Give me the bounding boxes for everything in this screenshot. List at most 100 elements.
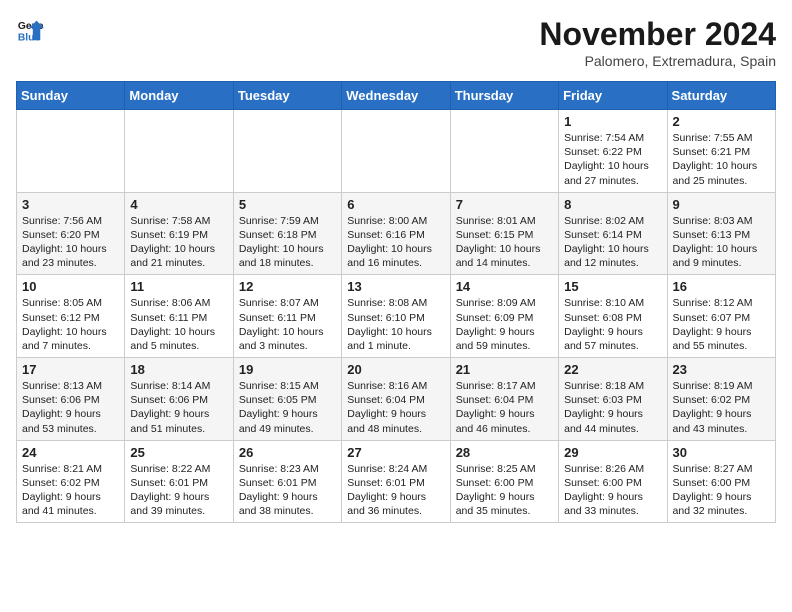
day-number: 17 xyxy=(22,362,119,377)
cell-content: Sunrise: 8:12 AM Sunset: 6:07 PM Dayligh… xyxy=(673,297,753,352)
calendar-cell xyxy=(233,110,341,193)
week-row-2: 3Sunrise: 7:56 AM Sunset: 6:20 PM Daylig… xyxy=(17,192,776,275)
cell-content: Sunrise: 8:09 AM Sunset: 6:09 PM Dayligh… xyxy=(456,297,536,352)
calendar-cell: 18 Sunrise: 8:14 AM Sunset: 6:06 PM Dayli… xyxy=(125,358,233,441)
cell-content: Sunrise: 8:08 AM Sunset: 6:10 PM Dayligh… xyxy=(347,297,432,352)
month-title: November 2024 xyxy=(539,16,776,53)
day-number: 24 xyxy=(22,445,119,460)
day-header-sunday: Sunday xyxy=(17,82,125,110)
day-number: 28 xyxy=(456,445,553,460)
cell-content: Sunrise: 8:01 AM Sunset: 6:15 PM Dayligh… xyxy=(456,215,541,270)
calendar-cell: 11 Sunrise: 8:06 AM Sunset: 6:11 PM Dayli… xyxy=(125,275,233,358)
cell-content: Sunrise: 8:19 AM Sunset: 6:02 PM Dayligh… xyxy=(673,380,753,435)
day-number: 1 xyxy=(564,114,661,129)
calendar-cell: 7Sunrise: 8:01 AM Sunset: 6:15 PM Daylig… xyxy=(450,192,558,275)
logo: General Blue xyxy=(16,16,44,44)
day-number: 8 xyxy=(564,197,661,212)
title-block: November 2024 Palomero, Extremadura, Spa… xyxy=(539,16,776,69)
cell-content: Sunrise: 7:59 AM Sunset: 6:18 PM Dayligh… xyxy=(239,215,324,270)
cell-content: Sunrise: 8:14 AM Sunset: 6:06 PM Dayligh… xyxy=(130,380,210,435)
cell-content: Sunrise: 7:55 AM Sunset: 6:21 PM Dayligh… xyxy=(673,132,758,187)
cell-content: Sunrise: 8:06 AM Sunset: 6:11 PM Dayligh… xyxy=(130,297,215,352)
day-number: 26 xyxy=(239,445,336,460)
cell-content: Sunrise: 8:23 AM Sunset: 6:01 PM Dayligh… xyxy=(239,463,319,518)
calendar-table: SundayMondayTuesdayWednesdayThursdayFrid… xyxy=(16,81,776,523)
day-number: 11 xyxy=(130,279,227,294)
calendar-cell: 25 Sunrise: 8:22 AM Sunset: 6:01 PM Dayli… xyxy=(125,440,233,523)
cell-content: Sunrise: 7:58 AM Sunset: 6:19 PM Dayligh… xyxy=(130,215,215,270)
day-number: 20 xyxy=(347,362,444,377)
cell-content: Sunrise: 8:10 AM Sunset: 6:08 PM Dayligh… xyxy=(564,297,644,352)
calendar-cell: 8 Sunrise: 8:02 AM Sunset: 6:14 PM Daylig… xyxy=(559,192,667,275)
cell-content: Sunrise: 8:27 AM Sunset: 6:00 PM Dayligh… xyxy=(673,463,753,518)
day-header-thursday: Thursday xyxy=(450,82,558,110)
day-number: 27 xyxy=(347,445,444,460)
location: Palomero, Extremadura, Spain xyxy=(539,53,776,69)
day-header-tuesday: Tuesday xyxy=(233,82,341,110)
day-number: 10 xyxy=(22,279,119,294)
week-row-1: 1 Sunrise: 7:54 AM Sunset: 6:22 PM Daylig… xyxy=(17,110,776,193)
calendar-cell xyxy=(450,110,558,193)
cell-content: Sunrise: 8:25 AM Sunset: 6:00 PM Dayligh… xyxy=(456,463,536,518)
cell-content: Sunrise: 8:17 AM Sunset: 6:04 PM Dayligh… xyxy=(456,380,536,435)
day-number: 25 xyxy=(130,445,227,460)
day-number: 18 xyxy=(130,362,227,377)
cell-content: Sunrise: 8:02 AM Sunset: 6:14 PM Dayligh… xyxy=(564,215,649,270)
cell-content: Sunrise: 7:54 AM Sunset: 6:22 PM Dayligh… xyxy=(564,132,649,187)
day-header-monday: Monday xyxy=(125,82,233,110)
day-header-friday: Friday xyxy=(559,82,667,110)
day-number: 13 xyxy=(347,279,444,294)
calendar-cell: 23Sunrise: 8:19 AM Sunset: 6:02 PM Dayli… xyxy=(667,358,775,441)
calendar-cell: 6 Sunrise: 8:00 AM Sunset: 6:16 PM Daylig… xyxy=(342,192,450,275)
cell-content: Sunrise: 8:00 AM Sunset: 6:16 PM Dayligh… xyxy=(347,215,432,270)
calendar-cell: 21 Sunrise: 8:17 AM Sunset: 6:04 PM Dayli… xyxy=(450,358,558,441)
week-row-4: 17 Sunrise: 8:13 AM Sunset: 6:06 PM Dayli… xyxy=(17,358,776,441)
calendar-cell: 10 Sunrise: 8:05 AM Sunset: 6:12 PM Dayli… xyxy=(17,275,125,358)
calendar-cell: 19 Sunrise: 8:15 AM Sunset: 6:05 PM Dayli… xyxy=(233,358,341,441)
cell-content: Sunrise: 8:22 AM Sunset: 6:01 PM Dayligh… xyxy=(130,463,210,518)
day-number: 29 xyxy=(564,445,661,460)
header-row: SundayMondayTuesdayWednesdayThursdayFrid… xyxy=(17,82,776,110)
day-number: 6 xyxy=(347,197,444,212)
week-row-3: 10 Sunrise: 8:05 AM Sunset: 6:12 PM Dayli… xyxy=(17,275,776,358)
calendar-cell: 14 Sunrise: 8:09 AM Sunset: 6:09 PM Dayli… xyxy=(450,275,558,358)
calendar-cell: 9 Sunrise: 8:03 AM Sunset: 6:13 PM Daylig… xyxy=(667,192,775,275)
day-number: 4 xyxy=(130,197,227,212)
cell-content: Sunrise: 8:15 AM Sunset: 6:05 PM Dayligh… xyxy=(239,380,319,435)
calendar-cell: 29Sunrise: 8:26 AM Sunset: 6:00 PM Dayli… xyxy=(559,440,667,523)
calendar-cell: 4 Sunrise: 7:58 AM Sunset: 6:19 PM Daylig… xyxy=(125,192,233,275)
calendar-cell xyxy=(125,110,233,193)
day-number: 12 xyxy=(239,279,336,294)
day-number: 9 xyxy=(673,197,770,212)
calendar-cell: 13 Sunrise: 8:08 AM Sunset: 6:10 PM Dayli… xyxy=(342,275,450,358)
day-header-saturday: Saturday xyxy=(667,82,775,110)
calendar-cell: 1 Sunrise: 7:54 AM Sunset: 6:22 PM Daylig… xyxy=(559,110,667,193)
day-number: 5 xyxy=(239,197,336,212)
calendar-cell: 24 Sunrise: 8:21 AM Sunset: 6:02 PM Dayli… xyxy=(17,440,125,523)
day-number: 21 xyxy=(456,362,553,377)
calendar-cell: 30Sunrise: 8:27 AM Sunset: 6:00 PM Dayli… xyxy=(667,440,775,523)
calendar-cell: 22Sunrise: 8:18 AM Sunset: 6:03 PM Dayli… xyxy=(559,358,667,441)
calendar-cell: 20Sunrise: 8:16 AM Sunset: 6:04 PM Dayli… xyxy=(342,358,450,441)
calendar-cell: 28 Sunrise: 8:25 AM Sunset: 6:00 PM Dayli… xyxy=(450,440,558,523)
calendar-cell: 2 Sunrise: 7:55 AM Sunset: 6:21 PM Daylig… xyxy=(667,110,775,193)
calendar-cell: 27 Sunrise: 8:24 AM Sunset: 6:01 PM Dayli… xyxy=(342,440,450,523)
cell-content: Sunrise: 8:24 AM Sunset: 6:01 PM Dayligh… xyxy=(347,463,427,518)
page-header: General Blue November 2024 Palomero, Ext… xyxy=(16,16,776,69)
day-number: 19 xyxy=(239,362,336,377)
day-number: 14 xyxy=(456,279,553,294)
cell-content: Sunrise: 8:05 AM Sunset: 6:12 PM Dayligh… xyxy=(22,297,107,352)
logo-icon: General Blue xyxy=(16,16,44,44)
day-number: 2 xyxy=(673,114,770,129)
cell-content: Sunrise: 8:13 AM Sunset: 6:06 PM Dayligh… xyxy=(22,380,102,435)
day-header-wednesday: Wednesday xyxy=(342,82,450,110)
calendar-cell: 26 Sunrise: 8:23 AM Sunset: 6:01 PM Dayli… xyxy=(233,440,341,523)
calendar-cell: 12Sunrise: 8:07 AM Sunset: 6:11 PM Dayli… xyxy=(233,275,341,358)
calendar-cell xyxy=(17,110,125,193)
calendar-cell: 16Sunrise: 8:12 AM Sunset: 6:07 PM Dayli… xyxy=(667,275,775,358)
cell-content: Sunrise: 7:56 AM Sunset: 6:20 PM Dayligh… xyxy=(22,215,107,270)
calendar-cell: 3Sunrise: 7:56 AM Sunset: 6:20 PM Daylig… xyxy=(17,192,125,275)
cell-content: Sunrise: 8:18 AM Sunset: 6:03 PM Dayligh… xyxy=(564,380,644,435)
cell-content: Sunrise: 8:03 AM Sunset: 6:13 PM Dayligh… xyxy=(673,215,758,270)
cell-content: Sunrise: 8:21 AM Sunset: 6:02 PM Dayligh… xyxy=(22,463,102,518)
